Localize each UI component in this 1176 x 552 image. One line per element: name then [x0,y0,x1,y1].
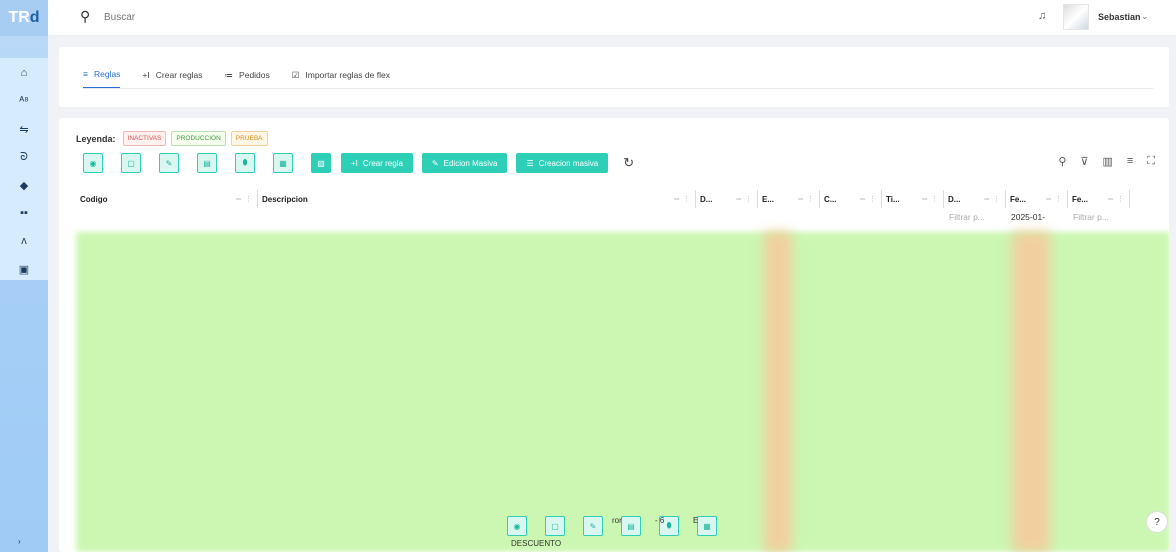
tab-reglas[interactable]: ≡ Reglas [83,69,121,89]
view-button[interactable]: ◉ [507,516,527,536]
status-stripe [764,232,792,552]
col-fe1[interactable]: Fe... ═ ⋮ [1006,190,1068,208]
edicion-masiva-button[interactable]: ✎ Edicion Masiva [421,153,508,173]
view-button[interactable]: ◉ [83,153,103,173]
support-icon[interactable]: ᘐ [0,146,48,168]
footer-fragment-c: E [693,516,699,525]
help-icon[interactable]: ? [1146,511,1168,533]
tab-importar[interactable]: ☑ Importar reglas de flex [292,69,390,89]
tab-pedidos[interactable]: ≔ Pedidos [225,69,270,89]
delete-button[interactable]: ⬮ [235,153,255,173]
user-icon[interactable]: ᴧ [0,230,48,252]
search-icon[interactable]: ⚲ [1058,155,1066,168]
search-icon: ⚲ [80,8,91,24]
duplicate-button[interactable]: ▤ [197,153,217,173]
col-fe2[interactable]: Fe... ═ ⋮ [1068,190,1130,208]
filter-d[interactable]: Filtrar p... [949,212,985,222]
calendar-button[interactable]: ▦ [697,516,717,536]
footer-fragment-a: ror [612,516,622,525]
sidebar: TR d ⌂ ᴬ⁸ ⇋ ᘐ ◆ ▪▪ ᴧ ▣ › [0,0,48,552]
col-codigo[interactable]: Codigo ═ ⋮ [76,190,258,208]
creacion-masiva-button[interactable]: ☰ Creacion masiva [516,153,609,173]
col-d[interactable]: D... ═ ⋮ [696,190,758,208]
descuento-text: DESCUENTO [511,539,562,548]
filter-off-icon[interactable]: ⊽ [1080,155,1088,168]
filter-fe1[interactable]: 2025-01- [1011,212,1045,222]
search-input[interactable] [104,9,304,25]
col-d2[interactable]: D... ═ ⋮ [944,190,1006,208]
collapse-icon[interactable]: › [18,537,21,546]
table-body-blurred [76,232,1169,552]
col-ti[interactable]: Ti... ═ ⋮ [882,190,944,208]
legend: Leyenda: INACTIVAS PRODUCCION PRUEBA [76,131,268,146]
duplicate-button[interactable]: ▤ [621,516,641,536]
users-group-icon[interactable]: ᴬ⁸ [0,90,48,112]
col-descripcion[interactable]: Descripcion ═ ⋮ [258,190,696,208]
tab-crear-reglas[interactable]: +I Crear reglas [142,69,202,89]
topbar: ⚲ ♫ Sebastian ⌄ [48,0,1176,36]
excel-button[interactable]: ▧ [311,153,331,173]
avatar[interactable] [1063,4,1089,30]
rules-table-card: Leyenda: INACTIVAS PRODUCCION PRUEBA ◉ ▢… [59,118,1169,552]
bell-icon[interactable]: ♫ [1038,10,1046,22]
database-icon[interactable]: ▣ [0,258,48,280]
home-icon[interactable]: ⌂ [0,62,48,84]
tag-icon[interactable]: ◆ [0,174,48,196]
table-tools: ⚲ ⊽ ▥ ≡ ⛶ [1058,155,1155,168]
toolbar: ◉ ▢ ✎ ▤ ⬮ ▦ ▧ +I Crear regla ✎ Edicion Mas… [83,153,634,173]
transfer-icon[interactable]: ⇋ [0,118,48,140]
legend-tag-inactivas: INACTIVAS [122,131,167,146]
calendar-button[interactable]: ▦ [273,153,293,173]
edit-button[interactable]: ✎ [583,516,603,536]
chevron-down-icon[interactable]: ⌄ [1141,11,1149,22]
legend-tag-produccion: PRODUCCION [171,131,226,146]
columns-icon[interactable]: ▥ [1102,155,1112,168]
user-name[interactable]: Sebastian [1098,12,1141,22]
col-c[interactable]: C... ═ ⋮ [820,190,882,208]
date-stripe [1012,232,1050,552]
copy-button[interactable]: ▢ [545,516,565,536]
table-header: Codigo ═ ⋮ Descripcion ═ ⋮ D... ═ ⋮ E... ═ ⋮… [76,190,1142,208]
fullscreen-icon[interactable]: ⛶ [1147,155,1155,168]
app-logo[interactable]: TR d [0,0,48,36]
footer-fragment-b: - 6 [655,516,665,525]
copy-button[interactable]: ▢ [121,153,141,173]
filter-fe2[interactable]: Filtrar p... [1073,212,1109,222]
legend-tag-prueba: PRUEBA [230,131,268,146]
density-icon[interactable]: ≡ [1127,155,1133,168]
tab-divider [83,88,1153,89]
crear-regla-button[interactable]: +I Crear regla [341,153,413,173]
tabs-card: ≡ Reglas +I Crear reglas ≔ Pedidos ☑ Importa… [59,47,1169,107]
reload-icon[interactable]: ↻ [623,155,634,171]
edit-button[interactable]: ✎ [159,153,179,173]
grid-icon[interactable]: ▪▪ [0,202,48,224]
col-e[interactable]: E... ═ ⋮ [758,190,820,208]
